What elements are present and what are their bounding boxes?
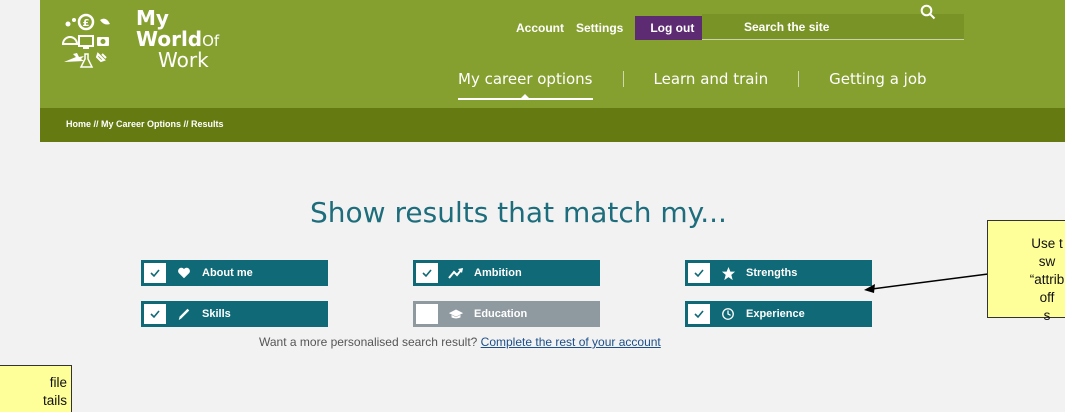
annotation-callout-right: Use t sw “attrib off s [987, 220, 1065, 323]
page-title-text: Show results that match my... [310, 196, 727, 229]
checkbox[interactable] [416, 304, 438, 324]
clock-icon [720, 306, 736, 322]
callout-line: off [1039, 290, 1055, 305]
filter-label: Experience [746, 308, 805, 320]
complete-account-link[interactable]: Complete the rest of your account [481, 335, 661, 349]
logo-my: My [136, 6, 169, 30]
checkbox[interactable] [416, 263, 438, 283]
heart-icon [176, 265, 192, 281]
star-icon [720, 265, 736, 281]
callout-line: tails [42, 393, 67, 408]
checkbox[interactable] [144, 263, 166, 283]
pencil-icon [176, 306, 192, 322]
filter-experience[interactable]: Experience [685, 301, 872, 327]
checkmark-icon [694, 269, 704, 278]
annotation-callout-left: file tails [0, 365, 72, 412]
settings-link[interactable]: Settings [576, 21, 623, 35]
logo-world: WorldOf [136, 29, 219, 49]
callout-line: sw [1038, 254, 1056, 269]
nav-learn-and-train[interactable]: Learn and train [654, 70, 769, 102]
filter-label: Strengths [746, 267, 798, 279]
filter-skills[interactable]: Skills [141, 301, 328, 327]
account-link[interactable]: Account [516, 21, 564, 35]
graduation-cap-icon [448, 306, 464, 322]
filter-label: Ambition [474, 267, 522, 279]
top-links: Account Settings Log out [516, 16, 710, 40]
checkmark-icon [150, 269, 160, 278]
page-title: Show results that match my... [0, 196, 1065, 229]
callout-line: s [1043, 308, 1051, 323]
site-header: £ My WorldOf Work Account Settings Log o… [40, 0, 1065, 108]
callout-arrow [864, 273, 989, 293]
personalise-prompt-text: Want a more personalised search result? [259, 335, 478, 349]
breadcrumb-bar: Home // My Career Options // Results [40, 108, 1065, 142]
filter-strengths[interactable]: Strengths [685, 260, 872, 286]
nav-separator [798, 71, 800, 87]
search-placeholder: Search the site [744, 20, 830, 34]
filter-about-me[interactable]: About me [141, 260, 328, 286]
logo-work: Work [158, 48, 209, 72]
filter-label: About me [202, 267, 253, 279]
callout-line: file [49, 375, 67, 390]
nav-separator [622, 71, 624, 87]
main-nav: My career options Learn and train Gettin… [458, 70, 927, 102]
checkbox[interactable] [688, 263, 710, 283]
filter-label: Skills [202, 308, 231, 320]
filter-label: Education [474, 308, 528, 320]
logout-button[interactable]: Log out [635, 16, 710, 40]
checkmark-icon [150, 310, 160, 319]
breadcrumb[interactable]: Home // My Career Options // Results [66, 119, 224, 129]
site-logo[interactable]: £ My WorldOf Work [54, 6, 269, 76]
callout-line: “attrib [1029, 272, 1065, 287]
svg-text:£: £ [83, 18, 90, 29]
personalise-prompt: Want a more personalised search result? … [259, 335, 661, 349]
filter-education[interactable]: Education [413, 301, 600, 327]
nav-getting-a-job[interactable]: Getting a job [829, 70, 926, 102]
nav-my-career-options[interactable]: My career options [458, 70, 593, 102]
checkmark-icon [422, 269, 432, 278]
logo-text: My WorldOf Work [136, 8, 219, 70]
trend-up-icon [448, 265, 464, 281]
checkbox[interactable] [688, 304, 710, 324]
checkmark-icon [694, 310, 704, 319]
search-icon[interactable] [920, 4, 936, 20]
callout-line: Use t [1031, 236, 1063, 251]
checkbox[interactable] [144, 304, 166, 324]
filter-ambition[interactable]: Ambition [413, 260, 600, 286]
logo-icons: £ [61, 13, 110, 68]
